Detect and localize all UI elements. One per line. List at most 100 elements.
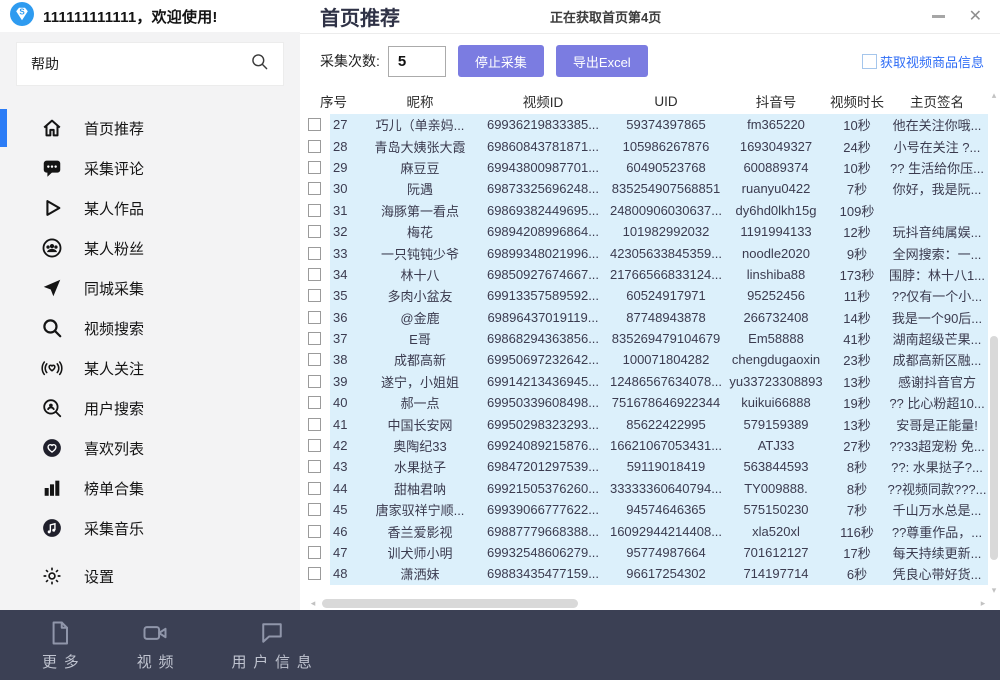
row-checkbox[interactable] <box>308 418 321 431</box>
row-checkbox[interactable] <box>308 182 321 195</box>
row-content: 39遂宁，小姐姐69914213436945...12486567634078.… <box>330 371 988 392</box>
table-row[interactable]: 45唐家驭祥宁顺...69939066777622...945746463655… <box>308 499 1000 520</box>
table-row[interactable]: 43水果挞子69847201297539...59119018419563844… <box>308 456 1000 477</box>
row-checkbox[interactable] <box>308 268 321 281</box>
checkbox-cell <box>308 413 330 434</box>
nickname-cell: 潇洒妹 <box>362 564 478 583</box>
table-row[interactable]: 47训犬师小明69932548606279...9577498766470161… <box>308 542 1000 563</box>
sidebar-item-首页推荐[interactable]: 首页推荐 <box>0 108 300 148</box>
table-row[interactable]: 27巧儿（单亲妈...69936219833385...59374397865f… <box>308 114 1000 135</box>
app-title: 111111111111，欢迎使用! <box>43 6 218 27</box>
row-checkbox[interactable] <box>308 353 321 366</box>
bottombar-item-视频[interactable]: 视频 <box>137 619 174 672</box>
table-row[interactable]: 41中国长安网69950298323293...8562242299557915… <box>308 413 1000 434</box>
table-row[interactable]: 36@金鹿69896437019119...877489438782667324… <box>308 307 1000 328</box>
sidebar-item-label: 某人粉丝 <box>84 238 144 259</box>
bottombar-item-用户信息[interactable]: 用户信息 <box>232 619 312 672</box>
signature-cell: ?? 比心粉超10... <box>886 393 988 412</box>
sidebar-search-box[interactable] <box>16 42 284 86</box>
vertical-scrollbar[interactable]: ▴ ▾ <box>988 88 1000 596</box>
row-checkbox[interactable] <box>308 311 321 324</box>
scroll-left-icon[interactable]: ◂ <box>308 598 318 609</box>
row-number: 33 <box>330 246 362 261</box>
row-content: 46香兰爱影视69887779668388...16092944214408..… <box>330 520 988 541</box>
sidebar-item-视频搜索[interactable]: 视频搜索 <box>0 308 300 348</box>
row-checkbox[interactable] <box>308 525 321 538</box>
table-row[interactable]: 40郝一点69950339608498...751678646922344kui… <box>308 392 1000 413</box>
sidebar-item-某人作品[interactable]: 某人作品 <box>0 188 300 228</box>
table-row[interactable]: 48潇洒妹69883435477159...966172543027141977… <box>308 563 1000 584</box>
table-row[interactable]: 35多肉小盆友69913357589592...6052491797195252… <box>308 285 1000 306</box>
collect-count-input[interactable] <box>388 46 446 77</box>
goods-info-checkbox-row[interactable]: 获取视频商品信息 <box>862 52 984 71</box>
export-excel-button[interactable]: 导出Excel <box>556 45 648 77</box>
sidebar-item-采集评论[interactable]: 采集评论 <box>0 148 300 188</box>
row-content: 35多肉小盆友69913357589592...6052491797195252… <box>330 285 988 306</box>
sidebar-item-某人关注[interactable]: 某人关注 <box>0 348 300 388</box>
table-row[interactable]: 46香兰爱影视69887779668388...16092944214408..… <box>308 520 1000 541</box>
bottombar-item-更多[interactable]: 更多 <box>42 619 79 672</box>
checkbox-cell <box>308 542 330 563</box>
row-checkbox[interactable] <box>308 567 321 580</box>
row-checkbox[interactable] <box>308 460 321 473</box>
column-header-视频时长: 视频时长 <box>828 91 886 111</box>
sidebar-item-榜单合集[interactable]: 榜单合集 <box>0 468 300 508</box>
sidebar-item-某人粉丝[interactable]: 某人粉丝 <box>0 228 300 268</box>
table-row[interactable]: 38成都高新69950697232642...100071804282cheng… <box>308 349 1000 370</box>
row-checkbox[interactable] <box>308 161 321 174</box>
douyin-id-cell: chengdugaoxin <box>724 352 828 367</box>
table-row[interactable]: 34林十八69850927674667...21766566833124...l… <box>308 264 1000 285</box>
minimize-icon[interactable] <box>932 15 945 18</box>
goods-info-checkbox[interactable] <box>862 54 877 69</box>
sidebar-item-喜欢列表[interactable]: 喜欢列表 <box>0 428 300 468</box>
gear-icon <box>40 564 64 588</box>
row-checkbox[interactable] <box>308 225 321 238</box>
search-input[interactable] <box>31 56 231 72</box>
horizontal-scrollbar[interactable]: ◂ ▸ <box>308 596 988 610</box>
scroll-up-icon[interactable]: ▴ <box>988 90 1000 101</box>
table-row[interactable]: 31海豚第一看点69869382449695...24800906030637.… <box>308 200 1000 221</box>
checkbox-cell <box>308 563 330 584</box>
close-icon[interactable]: ✕ <box>969 9 982 25</box>
duration-cell: 11秒 <box>828 286 886 305</box>
table-row[interactable]: 29麻豆豆69943800987701...604905237686008893… <box>308 157 1000 178</box>
row-checkbox[interactable] <box>308 375 321 388</box>
table-row[interactable]: 32梅花69894208996864...1019829920321191994… <box>308 221 1000 242</box>
table-body: 27巧儿（单亲妈...69936219833385...59374397865f… <box>308 114 1000 596</box>
row-checkbox[interactable] <box>308 289 321 302</box>
sidebar-item-用户搜索[interactable]: 用户搜索 <box>0 388 300 428</box>
row-checkbox[interactable] <box>308 396 321 409</box>
table-row[interactable]: 44甜柚君呐69921505376260...33333360640794...… <box>308 478 1000 499</box>
row-checkbox[interactable] <box>308 503 321 516</box>
stop-collect-button[interactable]: 停止采集 <box>458 45 544 77</box>
vertical-scroll-thumb[interactable] <box>990 336 998 560</box>
horizontal-scroll-thumb[interactable] <box>322 599 578 608</box>
sidebar-item-采集音乐[interactable]: 采集音乐 <box>0 508 300 548</box>
search-icon[interactable] <box>250 52 269 76</box>
sidebar-item-label: 某人作品 <box>84 198 144 219</box>
row-checkbox[interactable] <box>308 439 321 452</box>
table-row[interactable]: 37E哥69868294363856...835269479104679Em58… <box>308 328 1000 349</box>
table-row[interactable]: 30阮遇69873325696248...835254907568851ruan… <box>308 178 1000 199</box>
row-checkbox[interactable] <box>308 247 321 260</box>
table-row[interactable]: 28青岛大姨张大霞69860843781871...10598626787616… <box>308 135 1000 156</box>
table-row[interactable]: 42奥陶纪3369924089215876...16621067053431..… <box>308 435 1000 456</box>
row-content: 33一只钝钝少爷69899348021996...42305633845359.… <box>330 242 988 263</box>
scroll-right-icon[interactable]: ▸ <box>978 598 988 609</box>
row-checkbox[interactable] <box>308 546 321 559</box>
sidebar-item-设置[interactable]: 设置 <box>0 556 300 596</box>
status-text: 正在获取首页第4页 <box>550 7 661 26</box>
signature-cell: ??: 水果挞子?... <box>886 457 988 476</box>
table-row[interactable]: 33一只钝钝少爷69899348021996...42305633845359.… <box>308 242 1000 263</box>
row-checkbox[interactable] <box>308 204 321 217</box>
scroll-down-icon[interactable]: ▾ <box>988 585 1000 596</box>
row-checkbox[interactable] <box>308 140 321 153</box>
sidebar-item-同城采集[interactable]: 同城采集 <box>0 268 300 308</box>
nickname-cell: 遂宁，小姐姐 <box>362 372 478 391</box>
uid-cell: 87748943878 <box>608 310 724 325</box>
row-checkbox[interactable] <box>308 332 321 345</box>
duration-cell: 12秒 <box>828 222 886 241</box>
table-row[interactable]: 39遂宁，小姐姐69914213436945...12486567634078.… <box>308 371 1000 392</box>
row-checkbox[interactable] <box>308 482 321 495</box>
row-checkbox[interactable] <box>308 118 321 131</box>
